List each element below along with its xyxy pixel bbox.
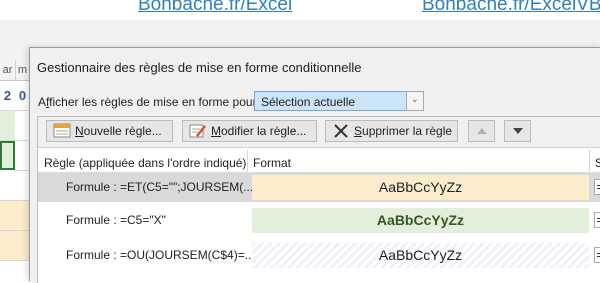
link-band: Bonbache.fr/Excel Bonbache.fr/ExcelVBA [0,0,600,20]
sheet-cell[interactable] [0,111,16,141]
new-rule-icon [53,123,71,139]
sheet-cell[interactable] [0,171,16,201]
format-preview: AaBbCcYyZz [252,243,589,268]
move-down-button[interactable] [504,120,531,142]
show-rules-select[interactable]: Sélection actuelle ⌄ [254,91,424,111]
sheet-cell[interactable]: 2 [0,81,16,111]
active-cell[interactable] [0,141,15,170]
show-rules-value: Sélection actuelle [261,95,356,109]
rule-formula: Formule : =OU(JOURSEM(C$4)=... [66,248,255,262]
rule-row[interactable]: Formule : =ET(C5="";JOURSEM(... AaBbCcYy… [38,172,600,202]
arrow-down-icon [512,128,523,134]
column-headers: ar m [0,60,31,81]
delete-rule-button[interactable]: Supprimer la règle [325,120,458,142]
move-up-button[interactable] [468,120,495,142]
column-divider [247,150,248,172]
rule-column-header: Règle (appliquée dans l'ordre indiqué) [44,156,247,170]
chevron-down-icon: ⌄ [411,94,419,104]
applies-to-field[interactable] [594,179,600,195]
applies-to-field[interactable] [594,212,600,228]
sheet-cell[interactable] [0,231,16,261]
column-divider [589,150,590,172]
applies-column-header: S [595,156,600,170]
bonbache-excel-link[interactable]: Bonbache.fr/Excel [138,0,292,16]
rules-panel: Nouvelle règle... Modifier la règle... S… [37,116,600,283]
delete-icon [332,123,350,139]
column-header[interactable]: ar [0,60,16,80]
rule-row[interactable]: Formule : =C5="X" AaBbCcYyZz [38,205,600,235]
rule-row[interactable]: Formule : =OU(JOURSEM(C$4)=... AaBbCcYyZ… [38,240,600,270]
rules-toolbar: Nouvelle règle... Modifier la règle... S… [38,117,600,148]
conditional-formatting-dialog: Gestionnaire des règles de mise en forme… [29,47,600,283]
edit-rule-label: Modifier la règle... [211,124,307,138]
format-preview: AaBbCcYyZz [252,175,589,200]
dialog-title: Gestionnaire des règles de mise en forme… [37,60,362,75]
applies-to-field[interactable] [594,247,600,263]
rule-formula: Formule : =C5="X" [66,213,166,227]
arrow-up-icon [476,128,487,134]
new-rule-button[interactable]: Nouvelle règle... [46,120,173,142]
rule-formula: Formule : =ET(C5="";JOURSEM(... [66,180,254,194]
edit-rule-icon [189,123,207,139]
format-preview: AaBbCcYyZz [252,208,589,233]
edit-rule-button[interactable]: Modifier la règle... [182,120,317,142]
bonbache-excelvba-link[interactable]: Bonbache.fr/ExcelVBA [422,0,600,16]
format-column-header: Format [253,156,292,170]
dropdown-button[interactable]: ⌄ [406,91,424,111]
new-rule-label: Nouvelle règle... [75,124,162,138]
show-rules-label: Afficher les règles de mise en forme pou… [38,95,264,109]
sheet-cell[interactable] [0,201,16,231]
delete-rule-label: Supprimer la règle [354,124,453,138]
